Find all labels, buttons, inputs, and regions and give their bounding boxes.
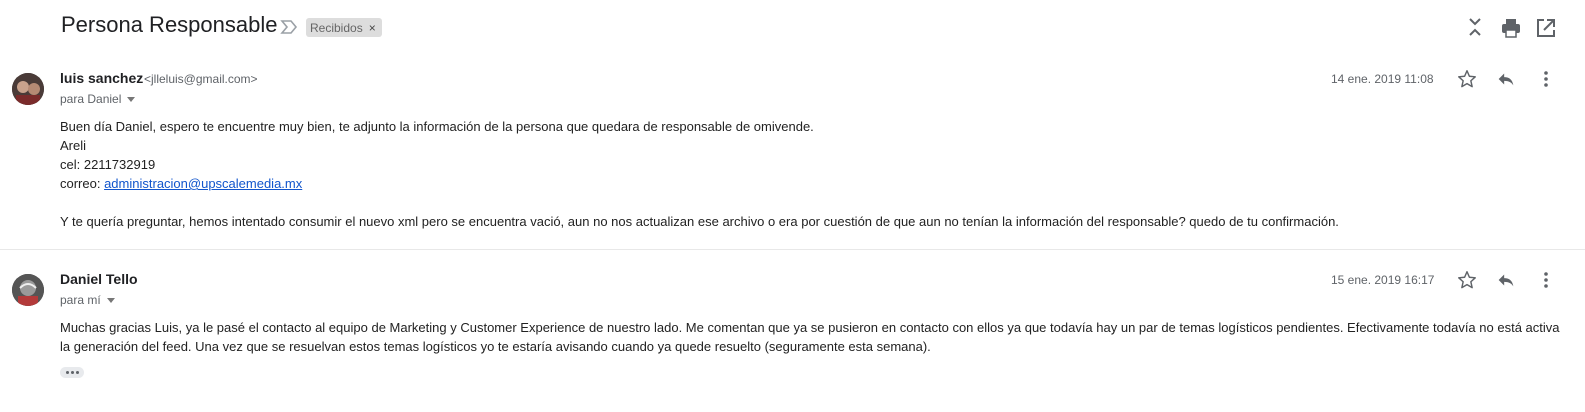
- message-date: 15 ene. 2019 16:17: [1331, 273, 1435, 287]
- message-body: Muchas gracias Luis, ya le pasé el conta…: [60, 318, 1570, 356]
- open-in-new-window-icon[interactable]: [1535, 17, 1557, 39]
- show-details-chevron-icon[interactable]: [127, 96, 136, 102]
- message-date: 14 ene. 2019 11:08: [1331, 72, 1434, 86]
- importance-marker-icon[interactable]: [280, 19, 298, 35]
- avatar-daniel-tello[interactable]: [12, 274, 44, 306]
- more-options-icon[interactable]: [1535, 68, 1557, 90]
- email-link[interactable]: administracion@upscalemedia.mx: [104, 176, 302, 191]
- email-prefix: correo:: [60, 176, 105, 191]
- label-chip-text: Recibidos: [310, 20, 363, 35]
- ellipsis-dot: [75, 371, 79, 374]
- recipients-text: para mí: [60, 293, 101, 307]
- avatar-photo-icon: [12, 274, 44, 306]
- label-chip-inbox[interactable]: Recibidos ×: [306, 18, 382, 37]
- avatar-luis-sanchez[interactable]: [12, 73, 44, 105]
- body-line: Muchas gracias Luis, ya le pasé el conta…: [60, 320, 1560, 335]
- sender-name[interactable]: Daniel Tello: [60, 271, 138, 287]
- print-icon[interactable]: [1500, 17, 1522, 39]
- show-details-chevron-icon[interactable]: [106, 297, 115, 303]
- message-body: Buen día Daniel, espero te encuentre muy…: [60, 117, 1550, 231]
- recipients-line[interactable]: para mí: [60, 293, 115, 307]
- ellipsis-dot: [70, 371, 74, 374]
- ellipsis-dot: [65, 371, 69, 374]
- reply-icon[interactable]: [1495, 68, 1517, 90]
- collapse-all-icon[interactable]: [1464, 16, 1486, 38]
- star-icon[interactable]: [1456, 269, 1478, 291]
- body-line: correo: administracion@upscalemedia.mx: [60, 174, 1550, 193]
- body-line: Areli: [60, 138, 87, 153]
- reply-icon[interactable]: [1495, 269, 1517, 291]
- remove-label-icon[interactable]: ×: [369, 21, 376, 35]
- show-trimmed-content-button[interactable]: [60, 367, 84, 378]
- sender-email: <jlleluis@gmail.com>: [144, 72, 258, 86]
- avatar-photo-icon: [12, 73, 44, 105]
- body-line: Y te quería preguntar, hemos intentado c…: [60, 214, 1339, 229]
- body-line: Buen día Daniel, espero te encuentre muy…: [60, 119, 814, 134]
- recipients-line[interactable]: para Daniel: [60, 92, 136, 106]
- more-options-icon[interactable]: [1535, 269, 1557, 291]
- body-line: cel: 2211732919: [60, 157, 156, 172]
- recipients-text: para Daniel: [60, 92, 122, 106]
- star-icon[interactable]: [1456, 68, 1478, 90]
- thread-subject: Persona Responsable: [61, 12, 278, 37]
- body-line: la generación del feed. Una vez que se r…: [60, 339, 931, 354]
- message-divider: [0, 249, 1585, 250]
- sender-name[interactable]: luis sanchez: [60, 70, 143, 86]
